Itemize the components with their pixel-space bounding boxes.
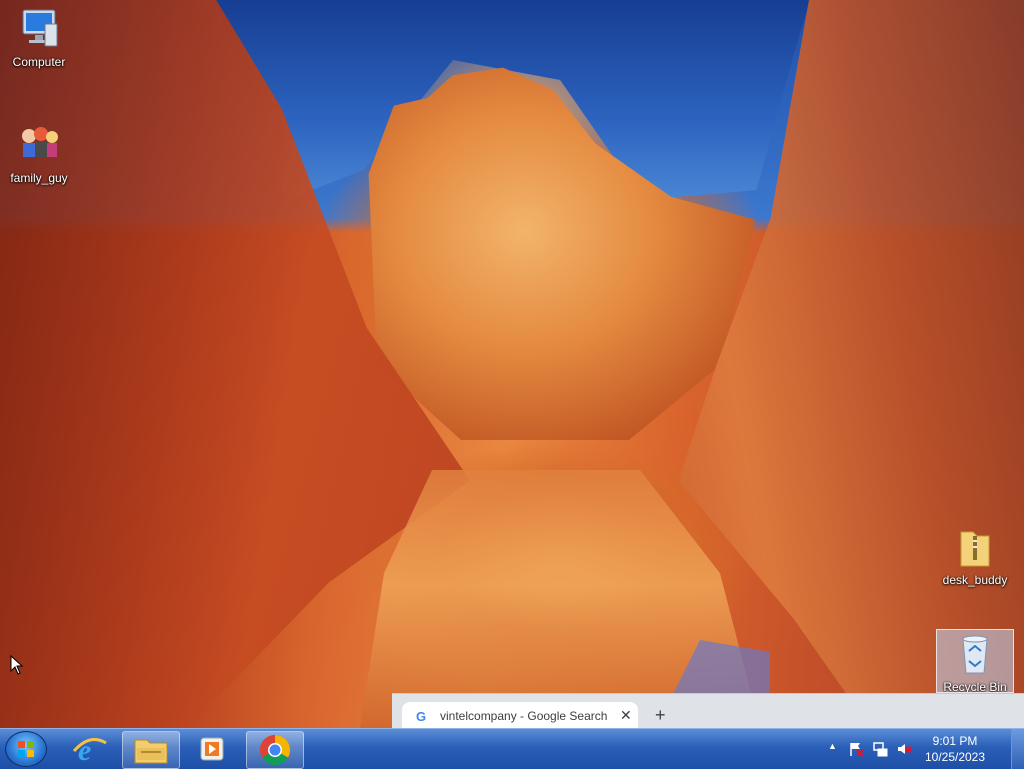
chrome-icon [259, 735, 291, 766]
show-desktop-button[interactable] [1011, 729, 1024, 769]
chrome-tab[interactable]: G vintelcompany - Google Search ✕ [402, 702, 638, 729]
zip-folder-icon [951, 526, 999, 570]
volume-muted-icon[interactable] [896, 741, 912, 757]
close-tab-icon[interactable]: ✕ [620, 707, 632, 724]
taskbar-internet-explorer[interactable]: e [62, 731, 118, 767]
tab-title: vintelcompany - Google Search [440, 709, 608, 723]
windows-logo-icon [18, 741, 34, 757]
file-explorer-icon [134, 739, 168, 764]
desktop-icon-desk-buddy[interactable]: desk_buddy [937, 526, 1013, 587]
taskbar-media-player[interactable] [184, 731, 240, 767]
desktop-icon-recycle-bin[interactable]: Recycle Bin [936, 629, 1014, 693]
desktop-icon-family-guy[interactable]: family_guy [1, 124, 77, 185]
desktop-icon-label: Computer [12, 55, 66, 69]
clock[interactable]: 9:01 PM 10/25/2023 [920, 733, 990, 765]
new-tab-button[interactable]: + [655, 706, 666, 724]
computer-icon [15, 8, 63, 52]
desktop-icon-label: family_guy [10, 171, 68, 185]
desktop-background: Computer family_guy desk_buddy Recycle B… [0, 0, 1024, 728]
desktop-icon-label: Recycle Bin [943, 680, 1007, 693]
desktop-icon-label: desk_buddy [942, 573, 1008, 587]
clock-date: 10/25/2023 [924, 750, 986, 764]
mouse-cursor-icon [10, 655, 24, 675]
show-hidden-icons-icon[interactable]: ▲ [828, 741, 844, 757]
taskbar-chrome[interactable] [246, 731, 304, 769]
internet-explorer-icon: e [72, 734, 107, 767]
desktop-icon-computer[interactable]: Computer [1, 8, 77, 69]
taskbar-file-explorer[interactable] [122, 731, 180, 769]
media-player-icon [200, 737, 224, 761]
system-tray: ▲ 9:01 PM 10/25/2023 [816, 729, 1006, 769]
recycle-bin-icon [951, 633, 999, 677]
chrome-window-tabstrip[interactable]: G vintelcompany - Google Search ✕ + [392, 693, 1024, 729]
family-guy-icon [15, 124, 63, 168]
start-button[interactable] [5, 731, 47, 767]
action-center-icon[interactable] [848, 741, 864, 757]
google-favicon-icon: G [416, 709, 427, 724]
network-icon[interactable] [872, 741, 888, 757]
clock-time: 9:01 PM [932, 734, 978, 748]
taskbar: e ▲ 9:01 PM 10/25/2023 [0, 728, 1024, 769]
